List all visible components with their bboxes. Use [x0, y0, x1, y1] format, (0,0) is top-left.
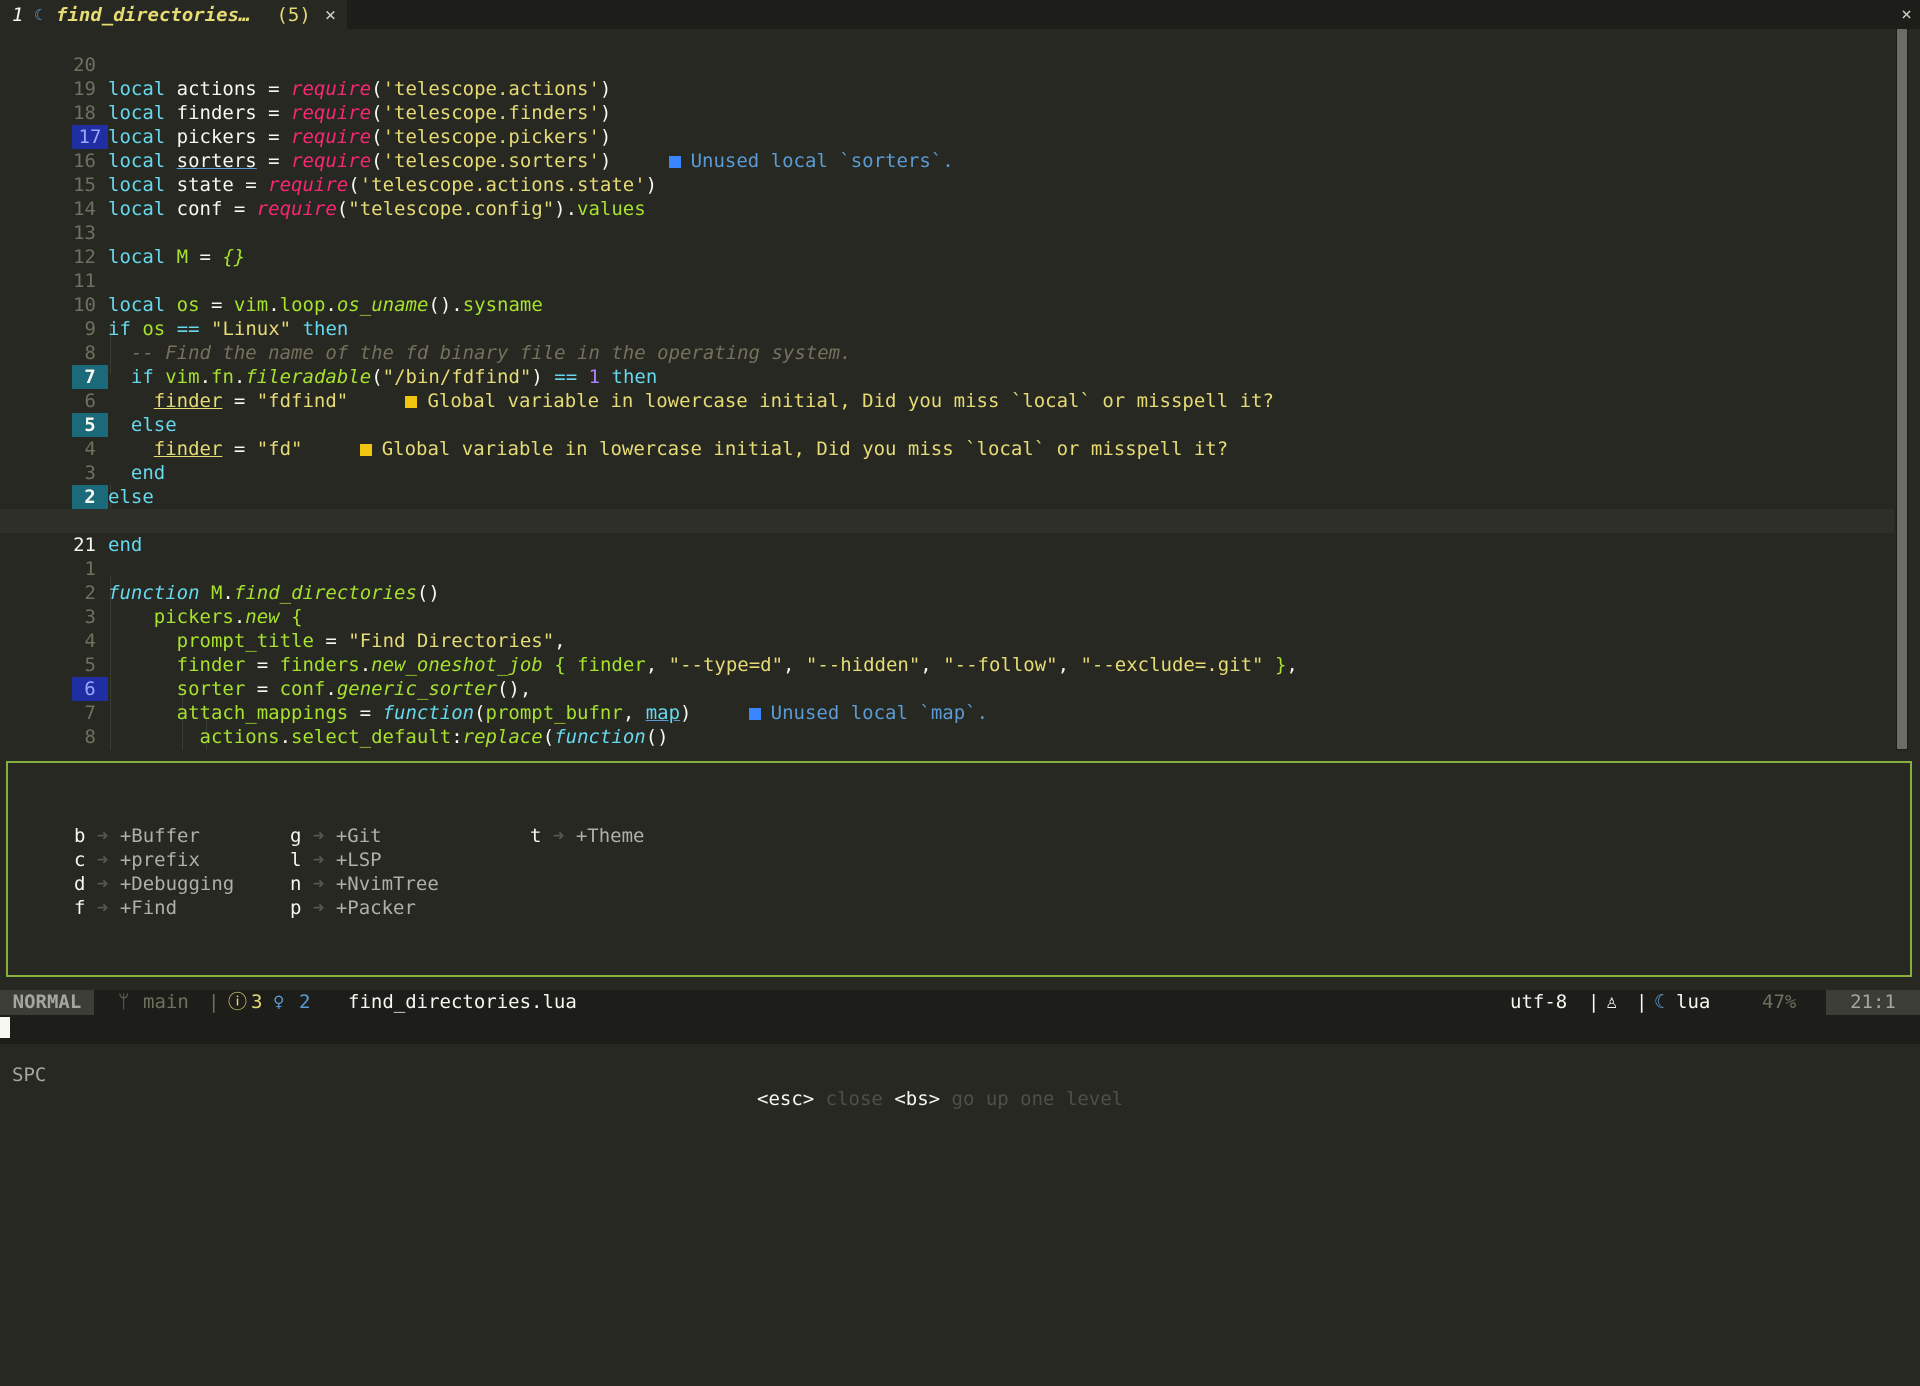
code-line: 17 local sorters = require('telescope.so… [0, 101, 1894, 172]
which-key-item-prefix[interactable]: c ➜ +prefix [74, 849, 200, 871]
filetype: lua [1676, 991, 1711, 1013]
code-line: 8 actions.close(prompt_bufnr) [0, 701, 1894, 748]
code-line: 9 local selection = state.get_selected_e… [0, 725, 1894, 749]
separator: | [1588, 991, 1600, 1013]
separator: | [208, 991, 220, 1013]
linux-icon: ♙ [1606, 991, 1618, 1013]
code-line: 13 local M = {} [73, 222, 246, 268]
which-key-item-lsp[interactable]: l ➜ +LSP [290, 849, 382, 871]
arrow-icon: ➜ [312, 825, 325, 847]
which-key-item-git[interactable]: g ➜ +Git [290, 825, 382, 847]
buffer-tab[interactable]: 1 ☾ find_directories… (5) × [0, 0, 347, 29]
git-branch: main [143, 991, 189, 1013]
mode-indicator: NORMAL [0, 990, 94, 1015]
code-line: 5 sorter = conf.generic_sorter(), [0, 629, 1894, 700]
code-line: 1 function M.find_directories() [0, 533, 1894, 604]
code-line: 7 finder = "fdfind" Global variable in l… [0, 341, 1894, 412]
which-key-item-buffer[interactable]: b ➜ +Buffer [74, 825, 200, 847]
which-key-item-packer[interactable]: p ➜ +Packer [290, 897, 416, 919]
hint-icon: ♀ [273, 991, 285, 1013]
code-line: 6 attach_mappings = function(prompt_bufn… [0, 653, 1894, 724]
tab-filename: find_directories… [56, 3, 251, 26]
which-key-item-theme[interactable]: t ➜ +Theme [530, 825, 644, 847]
scroll-percent: 47% [1762, 991, 1797, 1013]
statusline: NORMAL ᛘ main | ⓘ 3 ♀ 2 find_directories… [0, 990, 1920, 1015]
code-line: 19 local finders = require('telescope.fi… [73, 78, 612, 124]
file-encoding: utf-8 [1510, 991, 1568, 1013]
code-line: 15 local conf = require("telescope.confi… [73, 174, 646, 220]
lua-icon: ☾ [34, 5, 44, 24]
line-number: 9 [72, 749, 96, 750]
command-line[interactable]: SPC <esc> close <bs> go up one level [0, 1015, 1920, 1110]
code-line: 2 finder = "fd" Global variable in lower… [0, 461, 1894, 532]
code-line: 1 end [0, 485, 1894, 556]
code-line: 4 end [0, 413, 1894, 484]
arrow-icon: ➜ [96, 825, 109, 847]
tab-number: 1 [12, 3, 24, 26]
code-line: 14 [0, 173, 1894, 220]
code-line: 2 pickers.new { [0, 557, 1894, 628]
code-line: 4 finder = finders.new_oneshot_job { fin… [0, 605, 1894, 676]
editor-pane[interactable]: 20 local actions = require('telescope.ac… [0, 29, 1894, 750]
cursor-position: 21:1 [1826, 990, 1920, 1015]
code-line: 20 local actions = require('telescope.ac… [73, 54, 612, 100]
which-key-popup: b ➜ +Buffer c ➜ +prefix d ➜ +Debugging f… [6, 761, 1912, 977]
hint-count: 2 [299, 991, 311, 1013]
window-close-icon[interactable]: × [1901, 4, 1912, 25]
branch-icon: ᛘ [118, 991, 130, 1013]
code-line: 5 finder = "fd" Global variable in lower… [0, 389, 1894, 460]
code-line: 10 if os == "Linux" then [73, 294, 349, 340]
scrollbar-thumb[interactable] [1897, 29, 1907, 749]
which-key-item-debugging[interactable]: d ➜ +Debugging [74, 873, 234, 895]
tab-close-icon[interactable]: × [311, 4, 336, 26]
code-line: 18 local pickers = require('telescope.pi… [73, 102, 612, 148]
which-key-help: <esc> close <bs> go up one level [757, 1088, 1124, 1110]
code-line: 3 else [0, 437, 1894, 508]
arrow-icon: ➜ [312, 873, 325, 895]
which-key-item-nvimtree[interactable]: n ➜ +NvimTree [290, 873, 439, 895]
which-key-item-find[interactable]: f ➜ +Find [74, 897, 177, 919]
current-line[interactable]: 21 [0, 509, 1894, 556]
tabline: 1 ☾ find_directories… (5) × × [0, 0, 1920, 29]
code-line: 7 actions.select_default:replace(functio… [0, 677, 1894, 748]
separator: | [1636, 991, 1648, 1013]
arrow-icon: ➜ [96, 849, 109, 871]
arrow-icon: ➜ [552, 825, 565, 847]
code-line: 11 local os = vim.loop.os_uname().sysnam… [73, 270, 543, 316]
code-line: 6 else [0, 365, 1894, 436]
arrow-icon: ➜ [96, 873, 109, 895]
arrow-icon: ➜ [312, 849, 325, 871]
code-line: 12 [0, 221, 1894, 268]
statusline-filename: find_directories.lua [348, 991, 577, 1013]
code-line: 3 prompt_title = "Find Directories", [0, 581, 1894, 652]
lua-icon: ☾ [1654, 991, 1666, 1013]
arrow-icon: ➜ [96, 897, 109, 919]
code-line: 9 -- Find the name of the fd binary file… [0, 293, 1894, 364]
pending-keys: SPC [12, 1064, 47, 1086]
cursor [0, 1017, 10, 1038]
warning-icon: ⓘ [228, 991, 248, 1013]
tab-modified-count: (5) [276, 3, 311, 26]
warning-count: 3 [251, 991, 263, 1013]
code-line: 8 if vim.fn.fileradable("/bin/fdfind") =… [0, 317, 1894, 388]
code-line: 16 local state = require('telescope.acti… [73, 150, 658, 196]
arrow-icon: ➜ [312, 897, 325, 919]
